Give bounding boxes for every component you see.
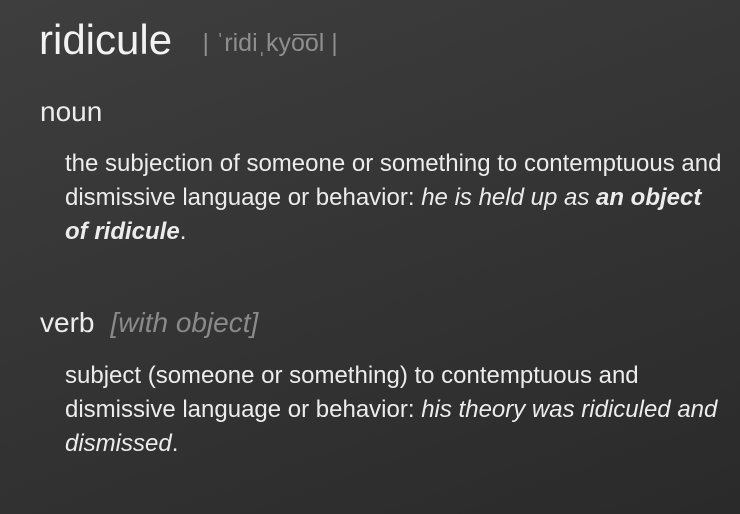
part-of-speech-noun: noun bbox=[40, 96, 102, 128]
headword: ridicule bbox=[39, 16, 173, 63]
example-punctuation: . bbox=[171, 430, 179, 457]
definition-noun: the subjection of someone or something t… bbox=[65, 147, 725, 249]
dictionary-panel: ridicule | ˈridiˌkyo͞ol | noun the subje… bbox=[0, 0, 740, 514]
pronunciation: | ˈridiˌkyo͞ol | bbox=[202, 29, 338, 57]
grammar-qualifier: [with object] bbox=[110, 307, 259, 338]
definition-verb: subject (someone or something) to contem… bbox=[65, 359, 725, 461]
entry-header: ridicule | ˈridiˌkyo͞ol | bbox=[39, 16, 338, 64]
pos-label: verb bbox=[40, 307, 95, 338]
example-punctuation: . bbox=[179, 218, 187, 245]
example-text: he is held up as bbox=[421, 184, 596, 211]
pos-label: noun bbox=[40, 96, 103, 127]
part-of-speech-verb: verb [with object] bbox=[40, 307, 258, 339]
